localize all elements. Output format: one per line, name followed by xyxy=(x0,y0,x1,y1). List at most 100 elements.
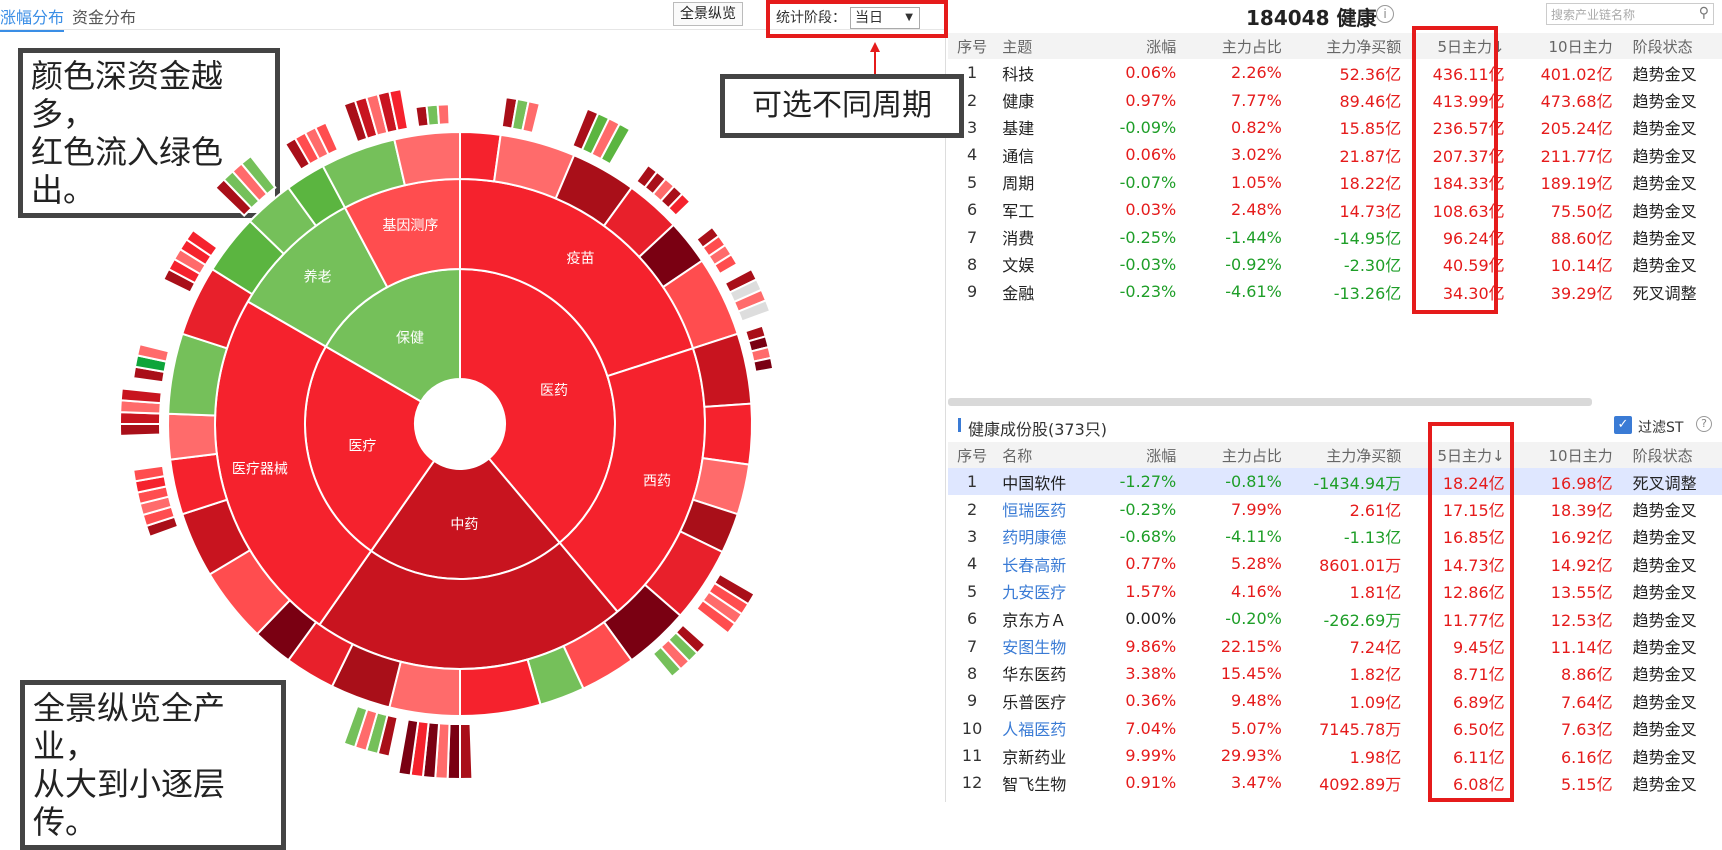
sunburst-spoke-segment[interactable] xyxy=(353,95,379,140)
sunburst-spoke-segment[interactable] xyxy=(293,131,321,166)
column-header[interactable]: 主力占比 xyxy=(1182,33,1288,59)
sunburst-outer-segment[interactable] xyxy=(492,133,576,200)
column-header[interactable]: 10日主力 xyxy=(1510,33,1619,59)
sunburst-spoke-segment[interactable] xyxy=(666,630,699,663)
table-row[interactable]: 12 智飞生物 0.91% 3.47% 4092.89万 6.08亿 5.15亿 趋势金叉 xyxy=(948,769,1722,796)
filter-st-checkbox[interactable]: ✓ xyxy=(1614,416,1632,434)
sunburst-outer-segment[interactable] xyxy=(643,530,724,617)
sunburst-spoke-segment[interactable] xyxy=(747,335,770,353)
table-row[interactable]: 4 通信 0.06% 3.02% 21.87亿 207.37亿 211.77亿 趋势金叉 xyxy=(948,141,1722,168)
sunburst-outer-segment[interactable] xyxy=(169,452,229,516)
sunburst-outer-segment[interactable] xyxy=(637,223,704,289)
table-row[interactable]: 9 乐普医疗 0.36% 9.48% 1.09亿 6.89亿 7.64亿 趋势金叉 xyxy=(948,687,1722,714)
sunburst-outer-segment[interactable] xyxy=(330,642,402,709)
sunburst-spoke-segment[interactable] xyxy=(434,722,451,780)
sunburst-spoke-segment[interactable] xyxy=(138,495,173,517)
sunburst-spoke-segment[interactable] xyxy=(119,399,162,415)
table-row[interactable]: 2 恒瑞医药 -0.23% 7.99% 2.61亿 17.15亿 18.39亿 趋势金叉 xyxy=(948,495,1722,522)
sunburst-spoke-segment[interactable] xyxy=(510,97,530,132)
sunburst-mid-segment[interactable] xyxy=(214,300,373,627)
sunburst-outer-segment[interactable] xyxy=(255,598,318,662)
sunburst-spoke-segment[interactable] xyxy=(133,474,168,494)
sunburst-spoke-segment[interactable] xyxy=(736,299,772,323)
sunburst-inner-segment[interactable] xyxy=(459,267,616,545)
sunburst-spoke-segment[interactable] xyxy=(118,411,162,425)
sunburst-spoke-segment[interactable] xyxy=(580,112,611,156)
sunburst-spoke-segment[interactable] xyxy=(707,243,733,267)
sunburst-outer-segment[interactable] xyxy=(167,332,229,417)
sunburst-spoke-segment[interactable] xyxy=(732,288,768,313)
sunburst-spoke-segment[interactable] xyxy=(414,104,430,129)
sunburst-spoke-segment[interactable] xyxy=(141,505,176,528)
column-header[interactable]: 序号 xyxy=(948,33,997,59)
sunburst-spoke-segment[interactable] xyxy=(172,247,207,276)
table-row[interactable]: 5 周期 -0.07% 1.05% 18.22亿 184.33亿 189.19亿 趋势金叉 xyxy=(948,169,1722,196)
sunburst-spoke-segment[interactable] xyxy=(119,387,163,405)
column-header[interactable]: 阶段状态 xyxy=(1618,442,1722,468)
sunburst-inner-segment[interactable] xyxy=(324,267,461,403)
period-dropdown[interactable]: 当日 ▼ xyxy=(850,7,920,29)
search-input[interactable]: 搜索产业链名称 ⚲ xyxy=(1546,3,1714,25)
sunburst-spoke-segment[interactable] xyxy=(666,192,692,218)
sunburst-spoke-segment[interactable] xyxy=(723,267,758,294)
table-row[interactable]: 9 金融 -0.23% -4.61% -13.26亿 34.30亿 39.29亿 死叉调整 xyxy=(948,278,1722,305)
sunburst-spoke-segment[interactable] xyxy=(521,100,542,135)
sunburst-spoke-segment[interactable] xyxy=(425,103,441,127)
column-header[interactable]: 5日主力↓ xyxy=(1407,33,1511,59)
panorama-button[interactable]: 全景纵览 xyxy=(673,2,743,26)
sunburst-spoke-segment[interactable] xyxy=(132,464,166,483)
column-header[interactable]: 序号 xyxy=(948,442,997,468)
sunburst-spoke-segment[interactable] xyxy=(590,117,621,161)
sunburst-outer-segment[interactable] xyxy=(459,130,502,183)
sunburst-spoke-segment[interactable] xyxy=(178,238,213,267)
sunburst-spoke-segment[interactable] xyxy=(694,225,721,250)
table-row[interactable]: 5 九安医疗 1.57% 4.16% 1.81亿 12.86亿 13.55亿 趋势金叉 xyxy=(948,578,1722,605)
sunburst-spoke-segment[interactable] xyxy=(342,704,369,749)
sunburst-outer-segment[interactable] xyxy=(181,267,254,350)
table-row[interactable]: 10 人福医药 7.04% 5.07% 7145.78万 6.50亿 7.63亿 趋势金叉 xyxy=(948,715,1722,742)
sunburst-spoke-segment[interactable] xyxy=(314,121,340,156)
sunburst-mid-segment[interactable] xyxy=(558,347,706,614)
sunburst-spoke-segment[interactable] xyxy=(674,623,707,655)
sunburst-outer-segment[interactable] xyxy=(691,456,751,516)
sunburst-outer-segment[interactable] xyxy=(210,219,286,296)
sunburst-outer-segment[interactable] xyxy=(602,186,675,259)
sunburst-mid-segment[interactable] xyxy=(459,177,695,378)
sunburst-outer-segment[interactable] xyxy=(286,620,354,688)
sunburst-outer-segment[interactable] xyxy=(459,658,542,718)
sunburst-spoke-segment[interactable] xyxy=(136,342,171,363)
sunburst-spoke-segment[interactable] xyxy=(744,324,767,343)
column-header[interactable]: 主力净买额 xyxy=(1287,33,1408,59)
sunburst-spoke-segment[interactable] xyxy=(599,122,632,166)
sunburst-spoke-segment[interactable] xyxy=(342,99,369,144)
sunburst-outer-segment[interactable] xyxy=(321,138,407,210)
sunburst-outer-segment[interactable] xyxy=(181,498,252,576)
sunburst-spoke-segment[interactable] xyxy=(353,708,379,753)
sunburst-spoke-segment[interactable] xyxy=(659,184,684,210)
sunburst-spoke-segment[interactable] xyxy=(651,645,683,679)
column-header[interactable]: 主力占比 xyxy=(1182,442,1288,468)
sunburst-spoke-segment[interactable] xyxy=(643,170,668,196)
column-header[interactable]: 涨幅 xyxy=(1088,33,1183,59)
sunburst-spoke-segment[interactable] xyxy=(365,92,389,137)
sunburst-spoke-segment[interactable] xyxy=(634,163,659,190)
sunburst-outer-segment[interactable] xyxy=(562,620,634,690)
sunburst-spoke-segment[interactable] xyxy=(701,234,727,258)
sunburst-spoke-segment[interactable] xyxy=(707,581,750,616)
sunburst-spoke-segment[interactable] xyxy=(144,515,180,539)
table-row[interactable]: 6 京东方Ａ 0.00% -0.20% -262.69万 11.77亿 12.53亿 趋势金叉 xyxy=(948,605,1722,632)
sunburst-inner-segment[interactable] xyxy=(369,457,562,580)
table-row[interactable]: 6 军工 0.03% 2.48% 14.73亿 108.63亿 75.50亿 趋势金叉 xyxy=(948,196,1722,223)
table-row[interactable]: 4 长春高新 0.77% 5.28% 8601.01万 14.73亿 14.92亿 趋势金叉 xyxy=(948,550,1722,577)
sunburst-spoke-segment[interactable] xyxy=(500,96,519,130)
table-row[interactable]: 7 安图生物 9.86% 22.15% 7.24亿 9.45亿 11.14亿 趋势金叉 xyxy=(948,632,1722,659)
table-row[interactable]: 11 京新药业 9.99% 29.93% 1.98亿 6.11亿 6.16亿 趋势金叉 xyxy=(948,742,1722,769)
sunburst-spoke-segment[interactable] xyxy=(133,354,168,374)
column-header[interactable]: 10日主力 xyxy=(1510,442,1619,468)
sunburst-spoke-segment[interactable] xyxy=(651,177,676,203)
sunburst-spoke-segment[interactable] xyxy=(409,719,430,779)
sunburst-spoke-segment[interactable] xyxy=(136,485,171,506)
sunburst-outer-segment[interactable] xyxy=(602,583,682,662)
sunburst-outer-segment[interactable] xyxy=(393,130,461,187)
sunburst-spoke-segment[interactable] xyxy=(436,103,451,126)
